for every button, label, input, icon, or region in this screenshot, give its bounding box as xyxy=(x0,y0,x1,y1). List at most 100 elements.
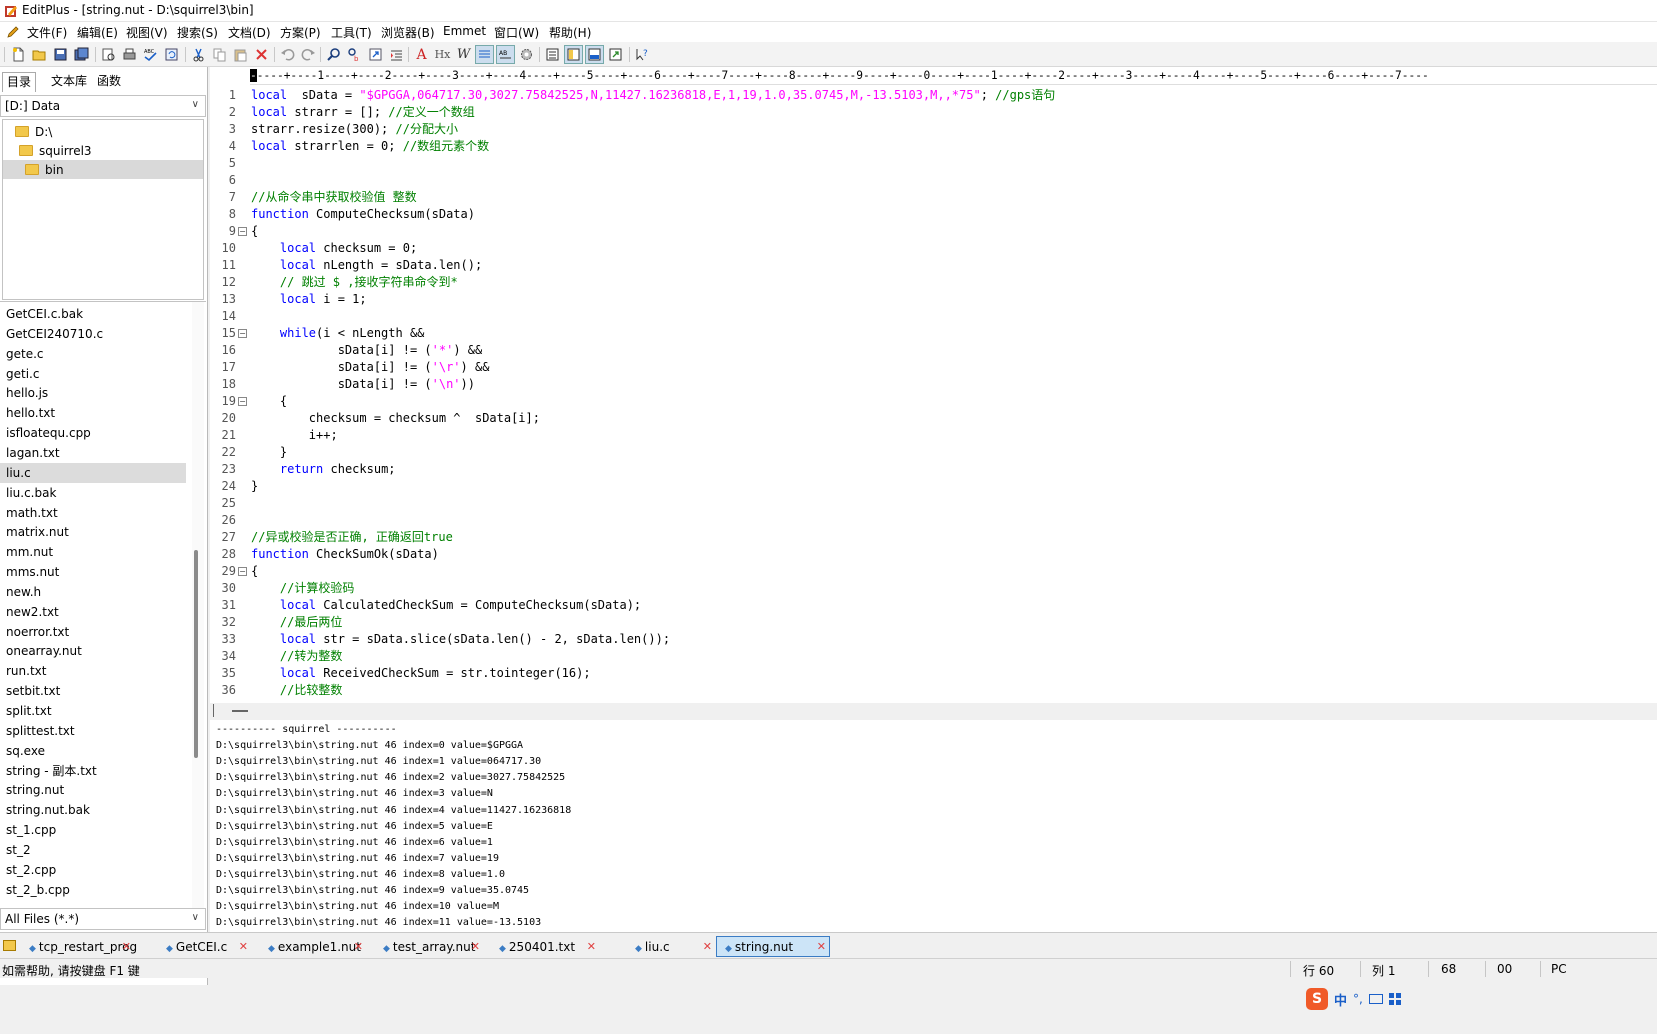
file-list-item[interactable]: GetCEI240710.c xyxy=(0,324,186,344)
file-list-item[interactable]: hello.js xyxy=(0,383,186,403)
tree-item-squirrel3[interactable]: squirrel3 xyxy=(19,141,92,160)
document-tab[interactable]: ◆ 250401.txt ✕ xyxy=(490,936,600,957)
menu-project[interactable]: 方案(P) xyxy=(280,24,321,41)
copy-icon[interactable] xyxy=(210,45,229,64)
fold-toggle-icon[interactable]: − xyxy=(238,397,247,406)
settings-icon[interactable] xyxy=(517,45,536,64)
document-tab[interactable]: ◆ string.nut ✕ xyxy=(716,936,830,957)
file-list-item[interactable]: split.txt xyxy=(0,701,186,721)
output-icon[interactable] xyxy=(585,45,604,64)
replace-icon[interactable]: b xyxy=(345,45,364,64)
print-icon[interactable] xyxy=(120,45,139,64)
menu-tools[interactable]: 工具(T) xyxy=(331,24,372,41)
new-file-icon[interactable] xyxy=(9,45,28,64)
file-list-item[interactable]: setbit.txt xyxy=(0,681,186,701)
file-filter-select[interactable]: All Files (*.*) ∨ xyxy=(0,908,206,930)
file-list-item[interactable]: mms.nut xyxy=(0,562,186,582)
ruler-icon[interactable]: AB xyxy=(496,45,515,64)
goto-icon[interactable] xyxy=(366,45,385,64)
file-list-item[interactable]: onearray.nut xyxy=(0,641,186,661)
close-tab-icon[interactable]: ✕ xyxy=(122,937,131,957)
code-area[interactable]: local sData = "$GPGGA,064717.30,3027.758… xyxy=(250,87,1657,707)
menu-document[interactable]: 文档(D) xyxy=(228,24,271,41)
menu-window[interactable]: 窗口(W) xyxy=(494,24,539,41)
horizontal-scrollbar[interactable] xyxy=(210,703,1657,719)
menu-file[interactable]: 文件(F) xyxy=(27,24,67,41)
fold-toggle-icon[interactable]: − xyxy=(238,329,247,338)
document-tab[interactable]: ◆ liu.c ✕ xyxy=(626,936,716,957)
file-list-item[interactable]: sq.exe xyxy=(0,741,186,761)
file-list-item[interactable]: liu.c.bak xyxy=(0,483,186,503)
tab-directory[interactable]: 目录 xyxy=(2,72,37,92)
find-icon[interactable] xyxy=(324,45,343,64)
tab-functions[interactable]: 函数 xyxy=(93,72,125,92)
file-list-item[interactable]: math.txt xyxy=(0,503,186,523)
undo-icon[interactable] xyxy=(278,45,297,64)
menu-edit[interactable]: 编辑(E) xyxy=(77,24,118,41)
file-list-item[interactable]: liu.c xyxy=(0,462,186,483)
file-list-item[interactable]: run.txt xyxy=(0,661,186,681)
redo-icon[interactable] xyxy=(299,45,318,64)
file-list-item[interactable]: hello.txt xyxy=(0,403,186,423)
save-all-icon[interactable] xyxy=(72,45,91,64)
fullscreen-icon[interactable] xyxy=(606,45,625,64)
file-list-item[interactable]: gete.c xyxy=(0,344,186,364)
file-list-item[interactable]: splittest.txt xyxy=(0,721,186,741)
refresh-icon[interactable] xyxy=(162,45,181,64)
close-tab-icon[interactable]: ✕ xyxy=(703,937,712,957)
file-list-item[interactable]: st_2_b.cpp xyxy=(0,880,186,900)
line-number-icon[interactable] xyxy=(475,45,494,64)
spellcheck-icon[interactable]: ABC xyxy=(141,45,160,64)
font-icon[interactable]: A xyxy=(412,45,431,64)
paste-icon[interactable] xyxy=(231,45,250,64)
tree-item-d[interactable]: D:\ xyxy=(15,122,52,141)
close-tab-icon[interactable]: ✕ xyxy=(354,937,363,957)
menu-search[interactable]: 搜索(S) xyxy=(177,24,218,41)
file-list-item[interactable]: st_1.cpp xyxy=(0,820,186,840)
document-tab[interactable]: ◆ test_array.nut ✕ xyxy=(374,936,484,957)
grid-menu-icon[interactable] xyxy=(1388,993,1401,1005)
close-tab-icon[interactable]: ✕ xyxy=(239,937,248,957)
drive-select[interactable]: [D:] Data ∨ xyxy=(0,95,206,117)
close-tab-icon[interactable]: ✕ xyxy=(817,937,826,957)
word-wrap-icon[interactable]: W xyxy=(454,45,473,64)
tab-cliptext[interactable]: 文本库 xyxy=(47,72,91,92)
file-list-item[interactable]: st_2 xyxy=(0,840,186,860)
file-list-item[interactable]: matrix.nut xyxy=(0,522,186,542)
document-tab[interactable]: ◆ tcp_restart_prog ✕ xyxy=(20,936,137,957)
cliptext-icon[interactable] xyxy=(543,45,562,64)
file-list-item[interactable]: noerror.txt xyxy=(0,622,186,642)
indent-icon[interactable] xyxy=(387,45,406,64)
ime-lang[interactable]: 中 xyxy=(1334,990,1347,1009)
print-preview-icon[interactable] xyxy=(99,45,118,64)
file-list-item[interactable]: new.h xyxy=(0,582,186,602)
hex-icon[interactable]: Hx xyxy=(433,45,452,64)
menu-emmet[interactable]: Emmet xyxy=(443,24,486,38)
menu-view[interactable]: 视图(V) xyxy=(126,24,168,41)
open-file-icon[interactable] xyxy=(30,45,49,64)
close-tab-icon[interactable]: ✕ xyxy=(587,937,596,957)
cut-icon[interactable] xyxy=(189,45,208,64)
document-tab[interactable]: ◆ example1.nut ✕ xyxy=(259,936,367,957)
file-list-item[interactable]: string - 副本.txt xyxy=(0,761,186,781)
file-list-item[interactable]: geti.c xyxy=(0,364,186,384)
file-list-item[interactable]: string.nut xyxy=(0,780,186,800)
save-icon[interactable] xyxy=(51,45,70,64)
file-list-item[interactable]: string.nut.bak xyxy=(0,800,186,820)
keyboard-icon[interactable] xyxy=(1368,994,1383,1004)
menu-help[interactable]: 帮助(H) xyxy=(549,24,591,41)
fold-toggle-icon[interactable]: − xyxy=(238,567,247,576)
sogou-logo-icon[interactable]: S xyxy=(1306,988,1328,1010)
file-list-item[interactable]: lagan.txt xyxy=(0,443,186,463)
directory-icon[interactable] xyxy=(564,45,583,64)
document-tab[interactable]: ◆ GetCEI.c ✕ xyxy=(157,936,252,957)
delete-icon[interactable] xyxy=(252,45,271,64)
fold-toggle-icon[interactable]: − xyxy=(238,227,247,236)
file-list-item[interactable]: st_2.cpp xyxy=(0,860,186,880)
tree-item-bin[interactable]: bin xyxy=(3,160,203,179)
menu-browser[interactable]: 浏览器(B) xyxy=(381,24,435,41)
file-list-item[interactable]: mm.nut xyxy=(0,542,186,562)
file-list-item[interactable]: isfloatequ.cpp xyxy=(0,423,186,443)
file-list-item[interactable]: new2.txt xyxy=(0,602,186,622)
ime-punct[interactable]: °, xyxy=(1353,992,1363,1006)
